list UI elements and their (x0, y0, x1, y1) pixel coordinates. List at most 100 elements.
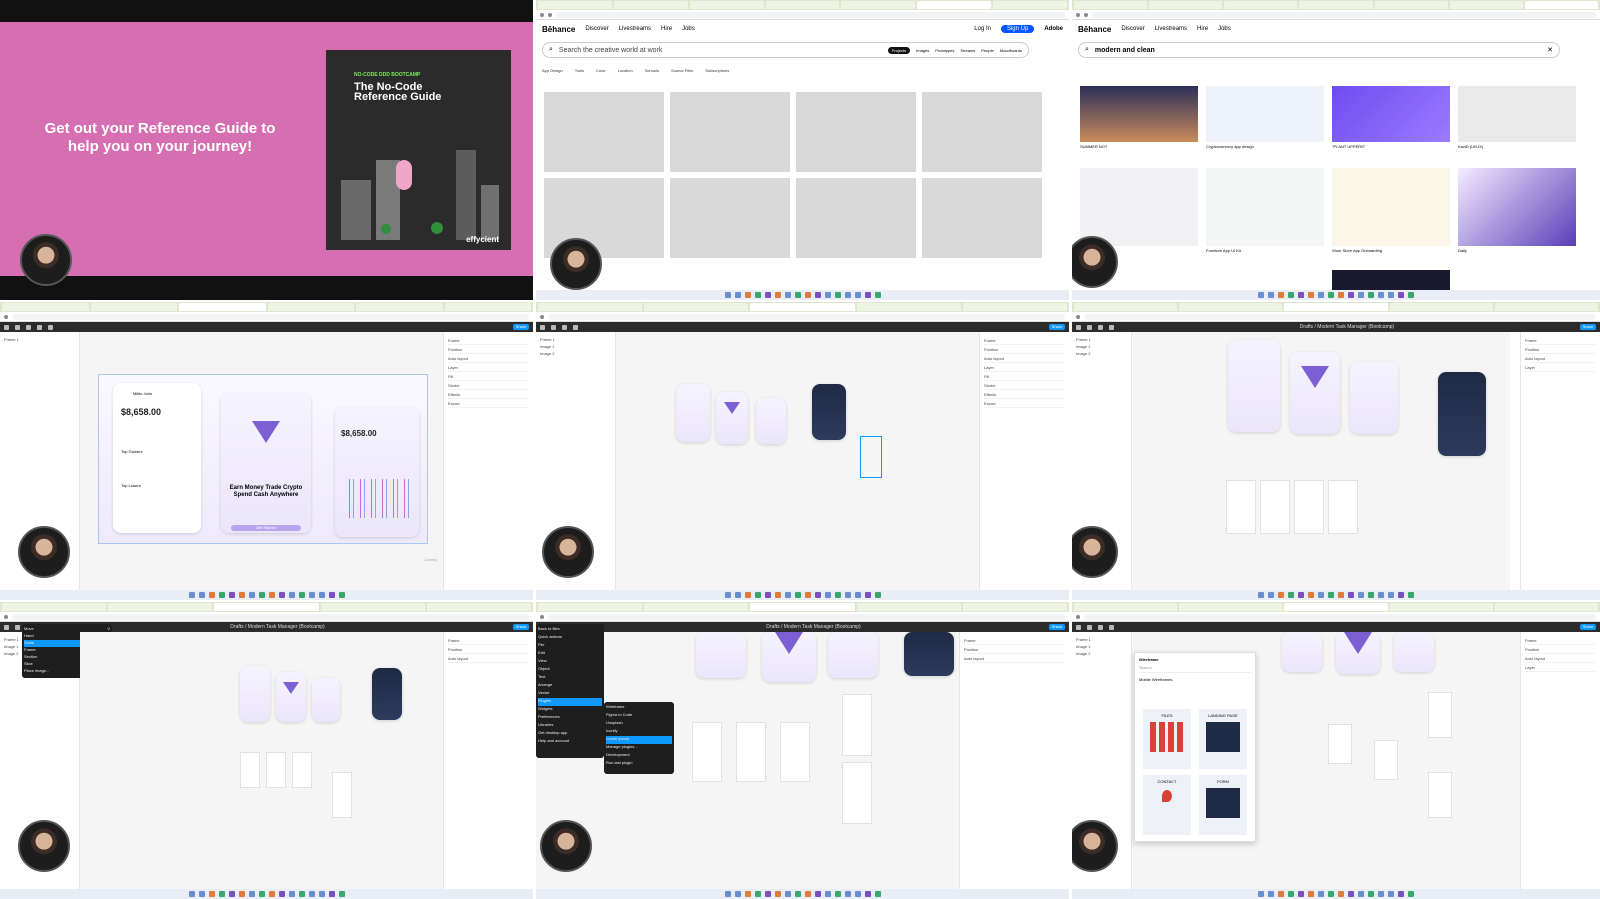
adobe-link[interactable]: Adobe (1044, 26, 1063, 32)
address-bar[interactable] (0, 612, 533, 622)
design-frame[interactable]: Milito John $8,658.00 Top Gainers Top Lo… (98, 374, 428, 544)
result-card-title[interactable]: KaviD (UI/UX) (1458, 144, 1483, 149)
clear-icon[interactable]: ✕ (1547, 46, 1553, 54)
share-button[interactable]: Share (1049, 324, 1065, 330)
result-card-title[interactable]: Cryptocurrency app design (1206, 144, 1254, 149)
browser-tab-bar[interactable] (1072, 0, 1600, 10)
taskbar[interactable] (536, 290, 1069, 300)
wireframe-plugin-window[interactable]: Wireframe Search Mobile Wireframes FILES… (1134, 652, 1256, 842)
nav-jobs[interactable]: Jobs (682, 26, 695, 32)
taskbar[interactable] (536, 590, 1069, 600)
nav-hire[interactable]: Hire (661, 26, 672, 32)
empty-frame[interactable] (1226, 480, 1256, 534)
plugin-search[interactable]: Search (1139, 665, 1251, 673)
filter-color[interactable]: Color (596, 68, 606, 73)
layer-item[interactable]: Frame 1 (4, 336, 75, 343)
result-card[interactable] (1206, 86, 1324, 142)
properties-panel[interactable]: Frame Position Auto layout Layer (1520, 632, 1600, 889)
filter-source-files[interactable]: Source Files (671, 68, 693, 73)
wireframe-card[interactable]: FILES (1143, 709, 1191, 769)
figma-canvas[interactable] (616, 332, 979, 590)
behance-logo[interactable]: Bēhance (1078, 25, 1111, 34)
taskbar[interactable] (1072, 889, 1600, 899)
taskbar[interactable] (1072, 590, 1600, 600)
main-menu[interactable]: Back to files Quick actions File Edit Vi… (536, 624, 604, 758)
properties-panel[interactable]: Frame Position Auto layout (443, 632, 533, 889)
properties-panel[interactable]: Frame Position Auto layout (959, 632, 1069, 889)
url-field[interactable] (548, 613, 1065, 620)
nav-livestreams[interactable]: Livestreams (1155, 26, 1187, 32)
properties-panel[interactable]: Frame Position Auto layout Layer Fill Stroke E… (979, 332, 1069, 590)
nav-discover[interactable]: Discover (585, 26, 608, 32)
empty-frame[interactable] (1328, 480, 1358, 534)
plugins-submenu[interactable]: Wireframe Figma to Code Unsplash Iconify… (604, 702, 674, 774)
result-card-title[interactable]: Furniture App UI Kit (1206, 248, 1241, 253)
empty-frame[interactable] (860, 436, 882, 478)
figma-toolbar[interactable]: Drafts / Modern Task Manager (Bootcamp) S… (536, 622, 1069, 632)
address-bar[interactable] (1072, 312, 1600, 322)
search-tab-projects[interactable]: Projects (887, 46, 911, 54)
taskbar[interactable] (1072, 290, 1600, 300)
taskbar[interactable] (0, 889, 533, 899)
address-bar[interactable] (1072, 10, 1600, 20)
result-card[interactable] (1332, 86, 1450, 142)
wireframe-card[interactable]: FORM (1199, 775, 1247, 835)
url-field[interactable] (548, 313, 1065, 320)
filter-subscriptions[interactable]: Subscriptions (705, 68, 729, 73)
browser-tab-bar[interactable] (536, 0, 1069, 10)
nav-hire[interactable]: Hire (1197, 26, 1208, 32)
filter-location[interactable]: Location (618, 68, 633, 73)
result-card[interactable] (1458, 168, 1576, 246)
behance-logo[interactable]: Bēhance (542, 25, 575, 34)
share-button[interactable]: Share (513, 324, 529, 330)
url-field[interactable] (1084, 613, 1596, 620)
browser-tab-bar[interactable] (536, 302, 1069, 312)
wireframe-card[interactable]: CONTACT (1143, 775, 1191, 835)
nav-livestreams[interactable]: Livestreams (619, 26, 651, 32)
search-tab-streams[interactable]: Streams (960, 48, 975, 53)
figma-canvas[interactable]: Milito John $8,658.00 Top Gainers Top Lo… (80, 332, 443, 590)
taskbar[interactable] (536, 889, 1069, 899)
address-bar[interactable] (1072, 612, 1600, 622)
nav-discover[interactable]: Discover (1121, 26, 1144, 32)
figma-canvas[interactable] (80, 632, 443, 889)
browser-tab-bar[interactable] (0, 602, 533, 612)
browser-tab-bar[interactable] (0, 302, 533, 312)
figma-toolbar[interactable]: Share (536, 322, 1069, 332)
search-tab-images[interactable]: Images (916, 48, 929, 53)
result-card[interactable] (1206, 168, 1324, 246)
properties-panel[interactable]: Frame Position Auto layout Layer (1520, 332, 1600, 590)
empty-frame[interactable] (1294, 480, 1324, 534)
file-name[interactable]: Drafts / Modern Task Manager (Bootcamp) (48, 624, 507, 630)
signup-button[interactable]: Sign Up (1000, 25, 1035, 33)
result-card-title[interactable]: SUMMER NOT (1080, 144, 1107, 149)
share-button[interactable]: Share (1580, 324, 1596, 330)
file-name[interactable]: Drafts / Modern Task Manager (Bootcamp) (584, 624, 1043, 630)
result-card-title[interactable]: Shoe Store App Onboarding (1332, 248, 1382, 253)
address-bar[interactable] (536, 312, 1069, 322)
share-button[interactable]: Share (513, 624, 529, 630)
nav-jobs[interactable]: Jobs (1218, 26, 1231, 32)
search-tab-prototypes[interactable]: Prototypes (935, 48, 954, 53)
empty-frame[interactable] (1260, 480, 1290, 534)
result-card-title[interactable]: Daily (1458, 248, 1467, 253)
result-card[interactable] (1458, 86, 1576, 142)
figma-toolbar[interactable]: Drafts / Modern Task Manager (Bootcamp) S… (1072, 322, 1600, 332)
address-bar[interactable] (536, 10, 1069, 20)
browser-tab-bar[interactable] (1072, 302, 1600, 312)
search-bar[interactable]: ⌕ modern and clean ✕ (1078, 42, 1560, 58)
share-button[interactable]: Share (1049, 624, 1065, 630)
address-bar[interactable] (0, 312, 533, 322)
figma-toolbar[interactable]: Share (0, 322, 533, 332)
url-field[interactable] (556, 11, 1065, 18)
address-bar[interactable] (536, 612, 1069, 622)
result-card[interactable] (1080, 168, 1198, 246)
url-field[interactable] (12, 613, 529, 620)
taskbar[interactable] (0, 590, 533, 600)
login-link[interactable]: Log In (974, 26, 991, 32)
result-card-title[interactable]: "PLANT UPPERS" (1332, 144, 1365, 149)
url-field[interactable] (1084, 313, 1596, 320)
wireframe-card[interactable]: LANDING PAGE (1199, 709, 1247, 769)
result-card[interactable] (1080, 86, 1198, 142)
get-started-button[interactable]: Get Started (231, 525, 301, 531)
